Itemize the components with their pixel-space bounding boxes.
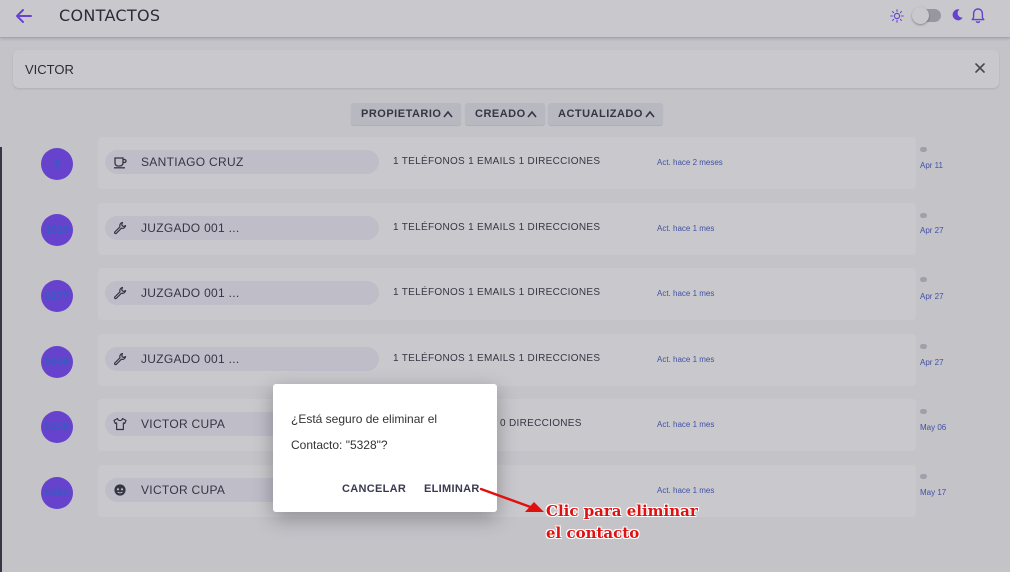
annotation-text: Clic para eliminar el contacto	[546, 500, 698, 544]
cancel-button[interactable]: CANCELAR	[342, 483, 406, 495]
annotation-line-2: el contacto	[546, 524, 640, 542]
annotation-line-1: Clic para eliminar	[546, 502, 698, 520]
annotation-arrow-icon	[479, 487, 544, 512]
delete-confirm-dialog: ¿Está seguro de eliminar el Contacto: "5…	[273, 384, 497, 512]
delete-button[interactable]: ELIMINAR	[424, 483, 480, 495]
dialog-message: ¿Está seguro de eliminar el Contacto: "5…	[291, 412, 438, 452]
contacts-app: CONTACTOS PROPIETARIO	[0, 0, 1010, 572]
